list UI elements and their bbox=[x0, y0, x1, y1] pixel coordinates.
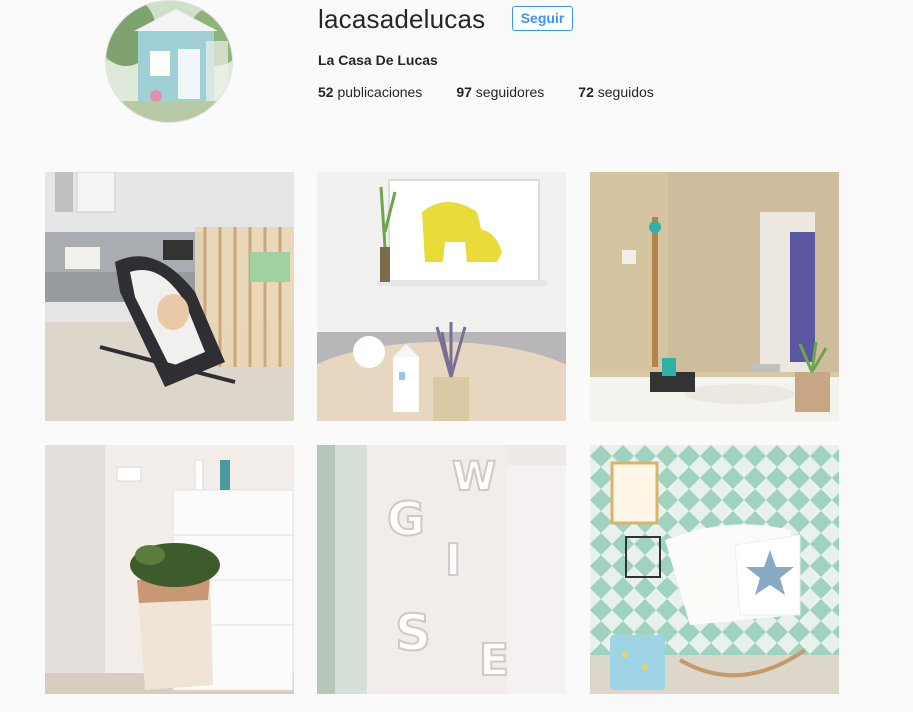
svg-text:E: E bbox=[479, 635, 509, 686]
post-image bbox=[317, 172, 566, 421]
full-name: La Casa De Lucas bbox=[318, 52, 438, 68]
posts-count: 52 bbox=[318, 84, 334, 100]
post-tile[interactable] bbox=[45, 172, 294, 421]
posts-label: publicaciones bbox=[337, 84, 423, 100]
svg-text:I: I bbox=[445, 535, 461, 586]
posts-stat: 52 publicaciones bbox=[318, 84, 422, 100]
avatar-image bbox=[106, 1, 232, 122]
post-tile[interactable] bbox=[590, 445, 839, 694]
follow-button[interactable]: Seguir bbox=[512, 6, 573, 31]
followers-count: 97 bbox=[456, 84, 472, 100]
post-image bbox=[45, 172, 294, 421]
profile-avatar[interactable] bbox=[105, 0, 233, 123]
svg-text:G: G bbox=[387, 492, 425, 546]
following-label: seguidos bbox=[597, 84, 654, 100]
post-tile[interactable] bbox=[590, 172, 839, 421]
following-stat[interactable]: 72 seguidos bbox=[578, 84, 654, 100]
followers-label: seguidores bbox=[475, 84, 545, 100]
svg-text:W: W bbox=[452, 454, 496, 500]
profile-stats: 52 publicaciones 97 seguidores 72 seguid… bbox=[318, 84, 688, 100]
post-image bbox=[45, 445, 294, 694]
svg-text:S: S bbox=[395, 604, 431, 662]
post-tile[interactable]: W G I S E bbox=[317, 445, 566, 694]
post-image bbox=[590, 445, 839, 694]
post-tile[interactable] bbox=[45, 445, 294, 694]
post-tile[interactable] bbox=[317, 172, 566, 421]
post-image bbox=[590, 172, 839, 421]
followers-stat[interactable]: 97 seguidores bbox=[456, 84, 544, 100]
following-count: 72 bbox=[578, 84, 594, 100]
post-image: W G I S E bbox=[317, 445, 566, 694]
username: lacasadelucas bbox=[318, 4, 486, 34]
